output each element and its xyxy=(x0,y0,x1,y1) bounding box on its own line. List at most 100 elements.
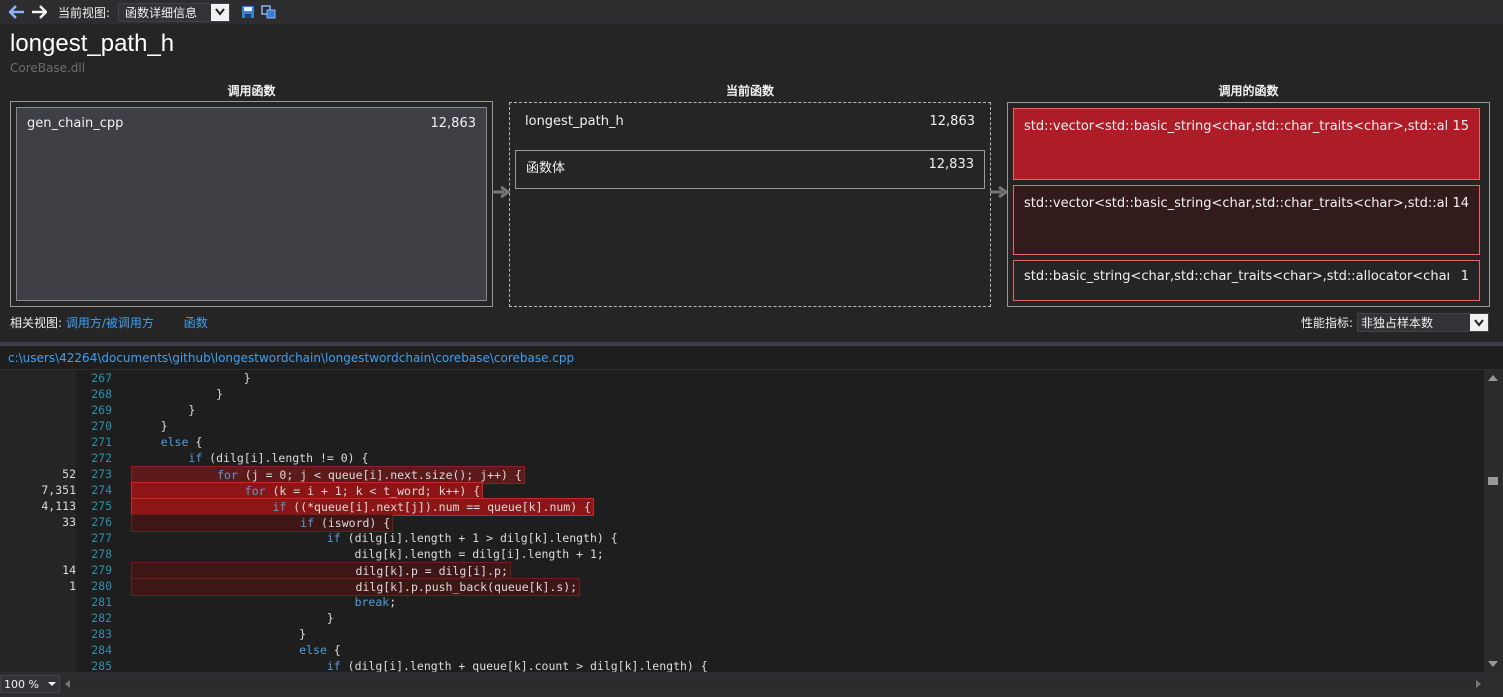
source-code-view[interactable]: 267 } 268 } 269 } 270 } 271 else {272 if (di… xyxy=(0,370,1484,672)
callee-name: std::vector<std::basic_string<char,std::… xyxy=(1024,196,1449,211)
metric-label: 性能指标: xyxy=(1300,316,1353,330)
sample-count: 33 xyxy=(62,515,76,529)
function-body-label: 函数体 xyxy=(526,161,566,176)
callee-item[interactable]: std::vector<std::basic_string<char,std::… xyxy=(1013,108,1480,180)
scroll-left-icon[interactable] xyxy=(65,680,70,688)
line-number: 270 xyxy=(91,419,112,433)
current-view-value: 函数详细信息 xyxy=(125,5,198,20)
file-path-link[interactable]: c:\users\42264\documents\github\longestw… xyxy=(8,351,574,365)
code-text: } xyxy=(133,627,307,641)
callees-box: std::vector<std::basic_string<char,std::… xyxy=(1007,102,1490,307)
performance-metric: 性能指标: 非独占样本数 xyxy=(1301,313,1489,332)
caller-item[interactable]: gen_chain_cpp 12,863 xyxy=(16,107,487,301)
line-number: 280 xyxy=(91,579,112,593)
arrow-right-icon xyxy=(492,185,511,199)
callee-item[interactable]: std::basic_string<char,std::char_traits<… xyxy=(1013,260,1480,301)
current-view-label: 当前视图: xyxy=(58,5,111,20)
callee-value: 1 xyxy=(1460,269,1469,284)
current-function-title: 当前函数 xyxy=(725,84,774,98)
code-line: 14 279 dilg[k].p = dilg[i].p; xyxy=(0,562,1484,580)
callee-value: 14 xyxy=(1452,196,1469,211)
current-function-name: longest_path_h xyxy=(525,114,624,129)
code-line: 269 } xyxy=(0,402,1484,418)
code-line: 267 } xyxy=(0,370,1484,386)
code-line: 33 276 if (isword) { xyxy=(0,514,1484,532)
function-title: longest_path_h xyxy=(10,30,175,57)
line-number: 269 xyxy=(91,403,112,417)
code-line: 52 273 for (j = 0; j < queue[i].next.size… xyxy=(0,466,1484,484)
code-text: else { xyxy=(299,643,341,657)
horizontal-scrollbar[interactable] xyxy=(62,676,1484,692)
chevron-down-icon xyxy=(48,682,56,686)
current-function-value: 12,863 xyxy=(929,114,976,129)
zoom-select[interactable]: 100 % xyxy=(0,675,60,693)
code-line: 281 break; xyxy=(0,594,1484,610)
code-line: 278 dilg[k].length = dilg[i].length + 1; xyxy=(0,546,1484,562)
code-line: 277 if (dilg[i].length + 1 > dilg[k].len… xyxy=(0,530,1484,546)
code-text: break; xyxy=(354,595,397,609)
line-number: 271 xyxy=(91,435,112,449)
line-number: 276 xyxy=(91,515,112,529)
code-line: 4,113 275 if ((*queue[i].next[j]).num == … xyxy=(0,498,1484,516)
sample-count: 4,113 xyxy=(41,499,76,513)
copy-icon[interactable] xyxy=(260,3,278,21)
callee-name: std::basic_string<char,std::char_traits<… xyxy=(1024,269,1449,284)
code-text: if (dilg[i].length != 0) { xyxy=(188,451,369,465)
arrow-right-icon xyxy=(990,185,1009,199)
function-details-panel: longest_path_h CoreBase.dll 调用函数 当前函数 调用… xyxy=(0,24,1503,342)
save-icon[interactable] xyxy=(240,4,256,20)
toolbar: 当前视图: 函数详细信息 xyxy=(0,0,1503,24)
code-text: else { xyxy=(160,435,203,449)
sample-count: 7,351 xyxy=(41,483,76,497)
status-bar: 100 % xyxy=(0,672,1503,697)
chevron-down-icon[interactable] xyxy=(211,3,230,21)
line-number: 284 xyxy=(91,643,112,657)
code-line: 268 } xyxy=(0,386,1484,402)
function-body-item[interactable]: 函数体 12,833 xyxy=(515,150,985,189)
code-text: } xyxy=(133,403,196,417)
code-line: 282 } xyxy=(0,610,1484,626)
code-line: 285 if (dilg[i].length + queue[k].count … xyxy=(0,658,1484,672)
callers-title: 调用函数 xyxy=(227,84,276,98)
caller-callee-link[interactable]: 调用方/被调用方 xyxy=(66,316,154,330)
related-views: 相关视图: 调用方/被调用方 函数 xyxy=(10,314,208,331)
code-line: 7,351 274 for (k = i + 1; k < t_word; k++… xyxy=(0,482,1484,500)
callee-item[interactable]: std::vector<std::basic_string<char,std::… xyxy=(1013,185,1480,255)
code-text: if (dilg[i].length + 1 > dilg[k].length)… xyxy=(326,531,618,545)
line-number: 285 xyxy=(91,659,112,672)
line-number: 267 xyxy=(91,371,112,385)
back-arrow-icon[interactable] xyxy=(8,3,26,21)
code-text: if (dilg[i].length + queue[k].count > di… xyxy=(326,659,708,672)
function-body-value: 12,833 xyxy=(928,157,975,172)
callees-title: 调用的函数 xyxy=(1218,84,1279,98)
current-function-box: longest_path_h 12,863 函数体 12,833 xyxy=(509,102,991,307)
code-line: 270 } xyxy=(0,418,1484,434)
sample-count: 1 xyxy=(69,579,76,593)
code-line: 283 } xyxy=(0,626,1484,642)
line-number: 277 xyxy=(91,531,112,545)
related-views-label: 相关视图: xyxy=(10,316,63,330)
code-text: dilg[k].length = dilg[i].length + 1; xyxy=(133,547,604,561)
scroll-right-icon[interactable] xyxy=(1476,680,1481,688)
chevron-down-icon[interactable] xyxy=(1470,314,1488,331)
line-number: 279 xyxy=(91,563,112,577)
line-number: 268 xyxy=(91,387,112,401)
callee-name: std::vector<std::basic_string<char,std::… xyxy=(1024,119,1449,134)
functions-link[interactable]: 函数 xyxy=(184,316,208,330)
sample-count: 14 xyxy=(62,563,76,577)
metric-select[interactable]: 非独占样本数 xyxy=(1357,313,1489,332)
code-line: 1 280 dilg[k].p.push_back(queue[k].s); xyxy=(0,578,1484,596)
metric-value: 非独占样本数 xyxy=(1361,316,1434,330)
scroll-thumb[interactable] xyxy=(1488,477,1498,485)
scroll-up-icon[interactable] xyxy=(1488,375,1498,381)
scroll-down-icon[interactable] xyxy=(1488,661,1498,667)
module-name: CoreBase.dll xyxy=(10,61,86,75)
code-text: } xyxy=(133,611,334,625)
line-number: 273 xyxy=(91,467,112,481)
caller-name: gen_chain_cpp xyxy=(27,116,124,131)
sample-count: 52 xyxy=(62,467,76,481)
vertical-scrollbar[interactable] xyxy=(1484,370,1503,672)
current-view-select[interactable]: 函数详细信息 xyxy=(118,2,231,22)
file-path-bar: c:\users\42264\documents\github\longestw… xyxy=(0,346,1503,370)
forward-arrow-icon[interactable] xyxy=(30,3,48,21)
